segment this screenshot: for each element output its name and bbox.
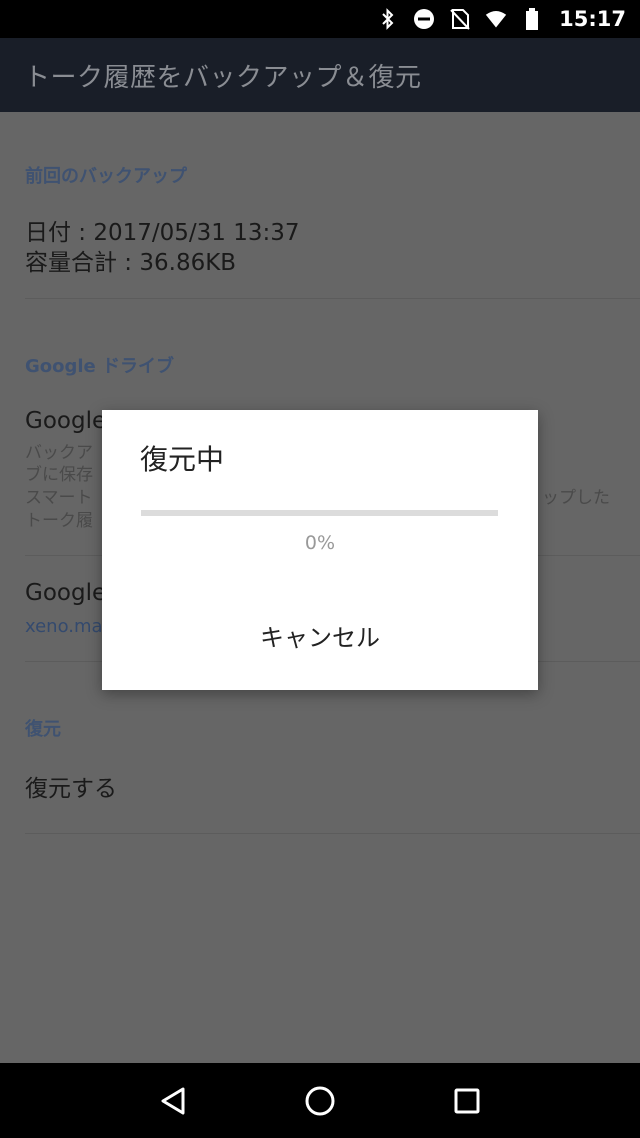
section-header-google-drive: Google ドライブ: [25, 356, 175, 377]
no-sim-icon: [449, 8, 471, 30]
do-not-disturb-icon: [413, 8, 435, 30]
home-icon[interactable]: [298, 1079, 342, 1123]
navigation-bar: [0, 1063, 640, 1138]
battery-icon: [521, 8, 543, 30]
divider: [25, 298, 640, 299]
google-drive-backup-desc-line: スマート: [25, 488, 93, 508]
status-bar: 15:17: [0, 0, 640, 38]
bluetooth-icon: [377, 8, 399, 30]
restore-progress-dialog: 復元中 0% キャンセル: [102, 410, 538, 690]
backup-size: 容量合計 : 36.86KB: [25, 250, 237, 276]
wifi-icon: [485, 8, 507, 30]
google-drive-backup-desc-line: ブに保存: [25, 465, 93, 485]
restore-item[interactable]: 復元する: [25, 774, 117, 804]
backup-date: 日付 : 2017/05/31 13:37: [25, 220, 300, 246]
back-icon[interactable]: [151, 1079, 195, 1123]
google-drive-backup-title: Google: [25, 408, 107, 434]
section-header-last-backup: 前回のバックアップ: [25, 166, 187, 187]
google-drive-backup-desc-line: バックア: [25, 443, 93, 463]
progress-bar: [141, 510, 498, 516]
google-drive-backup-desc-right: ップした: [542, 488, 610, 508]
cancel-button[interactable]: キャンセル: [102, 610, 538, 660]
google-drive-backup-desc-line: トーク履: [25, 511, 93, 531]
status-time: 15:17: [559, 7, 626, 31]
page-title: トーク履歴をバックアップ＆復元: [24, 62, 422, 93]
google-account-title: Google: [25, 580, 107, 606]
dialog-title: 復元中: [140, 443, 225, 476]
divider: [25, 833, 640, 834]
section-header-restore: 復元: [25, 719, 61, 740]
recents-icon[interactable]: [445, 1079, 489, 1123]
app-toolbar: トーク履歴をバックアップ＆復元: [0, 38, 640, 112]
progress-percent: 0%: [304, 532, 336, 554]
google-account-email: xeno.ma: [25, 616, 103, 637]
